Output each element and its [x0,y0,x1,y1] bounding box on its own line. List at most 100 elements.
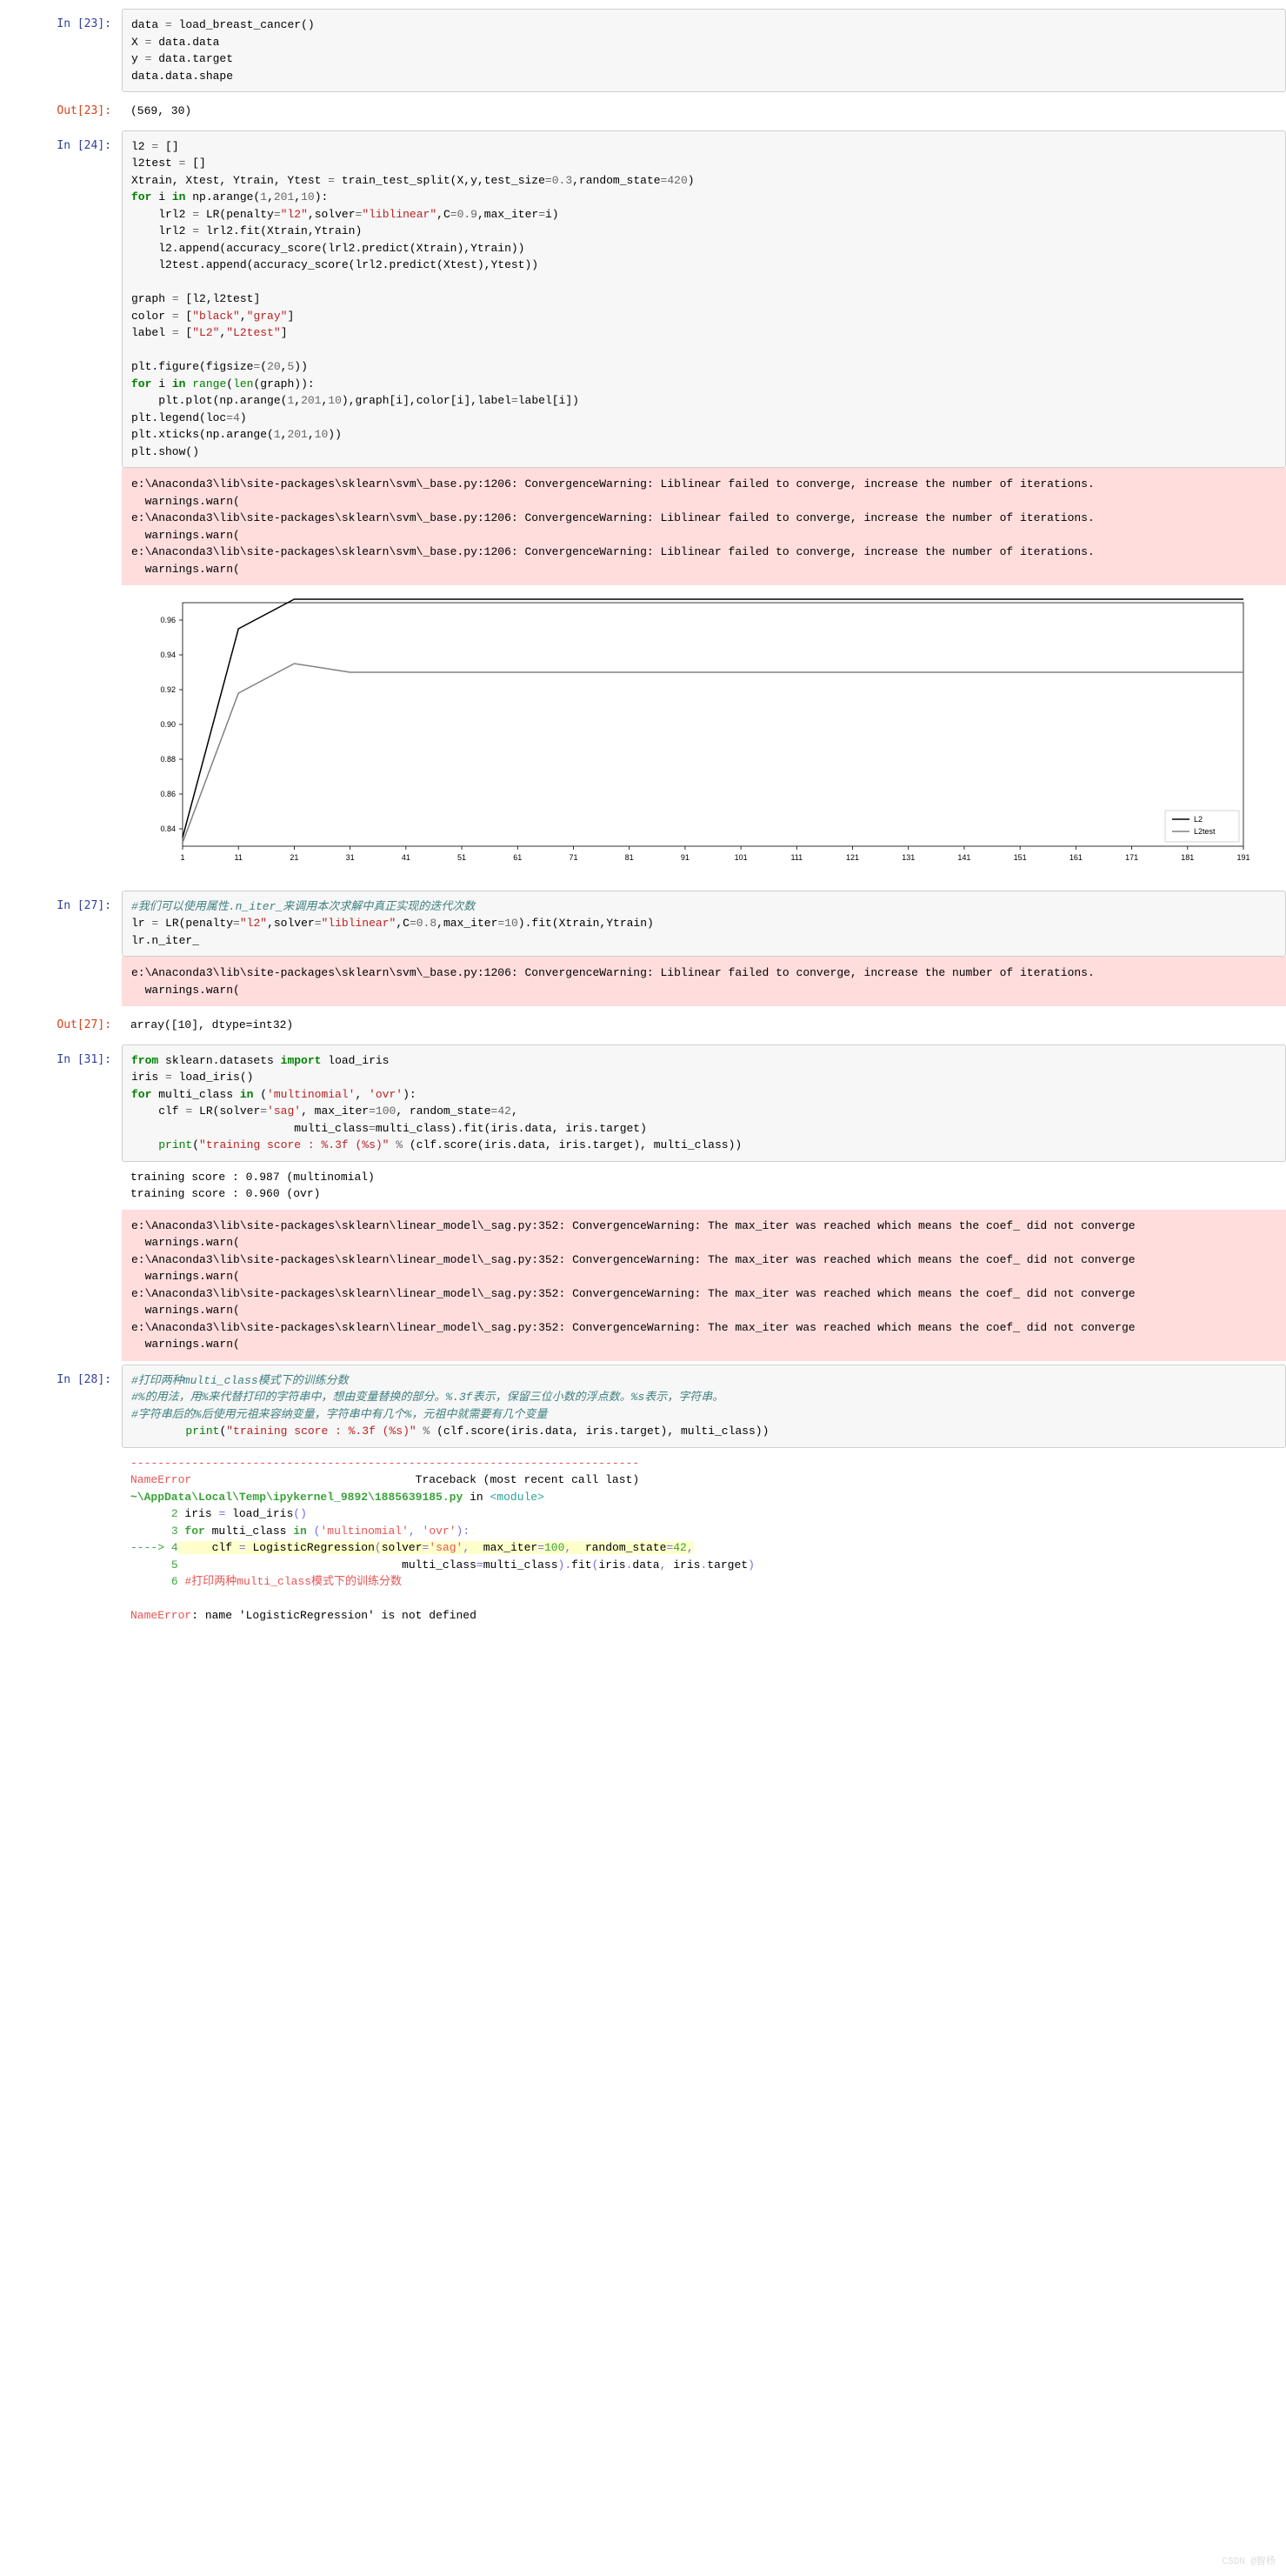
t: = [192,208,199,221]
svg-text:0.94: 0.94 [160,651,176,659]
t: [ [179,326,193,339]
t: = [476,1558,483,1572]
prompt-in-28: In [28]: [0,1365,122,1632]
t: "l2" [240,917,267,930]
t: 10 [328,394,342,407]
t: : name 'LogisticRegression' is not defin… [191,1609,476,1622]
t: 42 [673,1541,687,1554]
t: multi_class [151,1088,239,1101]
t: in [172,377,186,390]
t: ( [253,1088,267,1101]
t: , random_state [396,1104,490,1118]
t: 6 [130,1575,184,1588]
t: multi_class [131,1122,369,1135]
t: [ [179,310,193,323]
code-input-28[interactable]: #打印两种multi_class模式下的训练分数 #%的用法，用%来代替打印的字… [122,1365,1286,1448]
t: 'multinomial' [267,1088,355,1101]
t: in [293,1525,307,1538]
t: print [185,1425,219,1438]
t: ,C [396,917,410,930]
t: len [233,377,253,390]
t: 201 [301,394,321,407]
t: i [151,190,171,204]
t: , [463,1541,470,1554]
t: lrl2 [131,208,192,221]
t: 201 [274,190,294,204]
t: Traceback (most recent call last) [416,1473,639,1486]
t: 4 [233,411,240,424]
t: = [260,1104,267,1118]
t: 201 [287,428,307,441]
t: (graph)): [253,377,314,390]
t: 4 [171,1541,178,1554]
t: "training score : %.3f (%s)" [199,1138,389,1151]
t: 420 [667,174,687,187]
code-input-27[interactable]: #我们可以使用属性.n_iter_来调用本次求解中真正实现的迭代次数 lr = … [122,891,1286,958]
t: load_iris() [172,1071,254,1084]
t: "liblinear" [362,208,436,221]
t [131,1138,158,1151]
t: ] [281,326,288,339]
t: = [172,292,179,305]
t: solver [382,1541,423,1554]
notebook: In [23]: data = load_breast_cancer() X =… [0,0,1286,1644]
t: , [294,190,301,204]
t: fit [571,1558,591,1572]
svg-text:L2: L2 [1194,815,1203,824]
t: multi_class [205,1525,293,1538]
svg-text:141: 141 [957,853,970,862]
svg-text:111: 111 [790,853,803,862]
stderr-24: e:\Anaconda3\lib\site-packages\sklearn\s… [122,468,1286,585]
t: "L2" [192,326,219,339]
t: = [165,18,172,31]
stderr-27: e:\Anaconda3\lib\site-packages\sklearn\s… [122,957,1286,1006]
t: = [315,917,322,930]
code-input-23[interactable]: data = load_breast_cancer() X = data.dat… [122,9,1286,92]
t: y [131,52,145,65]
t: [] [158,140,178,153]
t: ): [315,190,329,204]
t: = [545,174,552,187]
t: ,max_iter [436,917,497,930]
svg-text:51: 51 [457,853,466,862]
t: )) [294,360,308,373]
t: ,solver [267,917,315,930]
svg-text:0.96: 0.96 [160,616,176,624]
t: , [308,428,315,441]
t: data [131,18,165,31]
code-input-31[interactable]: from sklearn.datasets import load_iris i… [122,1044,1286,1162]
svg-text:0.88: 0.88 [160,755,176,764]
t: = [239,1541,246,1554]
t: = [172,310,179,323]
svg-text:31: 31 [346,853,355,862]
code-input-24[interactable]: l2 = [] l2test = [] Xtrain, Xtest, Ytrai… [122,130,1286,469]
t: #打印两种multi_class模式下的训练分数 [184,1575,402,1588]
svg-text:0.86: 0.86 [160,790,176,798]
t: clf [131,1104,185,1118]
t: 'sag' [429,1541,463,1554]
t: "training score : %.3f (%s)" [226,1425,416,1438]
t: , [409,1525,416,1538]
t [184,1558,402,1572]
t: ( [375,1541,382,1554]
t: % [396,1138,403,1151]
t: = [511,394,518,407]
t: ,C [436,208,450,221]
t: color [131,310,172,323]
t: ( [226,377,233,390]
svg-text:121: 121 [846,853,859,862]
t: import [281,1054,322,1067]
svg-text:0.92: 0.92 [160,685,176,694]
svg-text:151: 151 [1014,853,1027,862]
t: )) [328,428,342,441]
t: ) [240,411,247,424]
t: NameError [130,1473,191,1486]
output-27: array([10], dtype=int32) [122,1010,1286,1041]
cell-23: In [23]: data = load_breast_cancer() X =… [0,9,1286,92]
t: ,max_iter [477,208,538,221]
stdout-31: training score : 0.987 (multinomial) tra… [122,1162,1286,1210]
t: , max_iter [301,1104,369,1118]
t: in [172,190,186,204]
svg-text:81: 81 [625,853,634,862]
t: range [192,377,226,390]
